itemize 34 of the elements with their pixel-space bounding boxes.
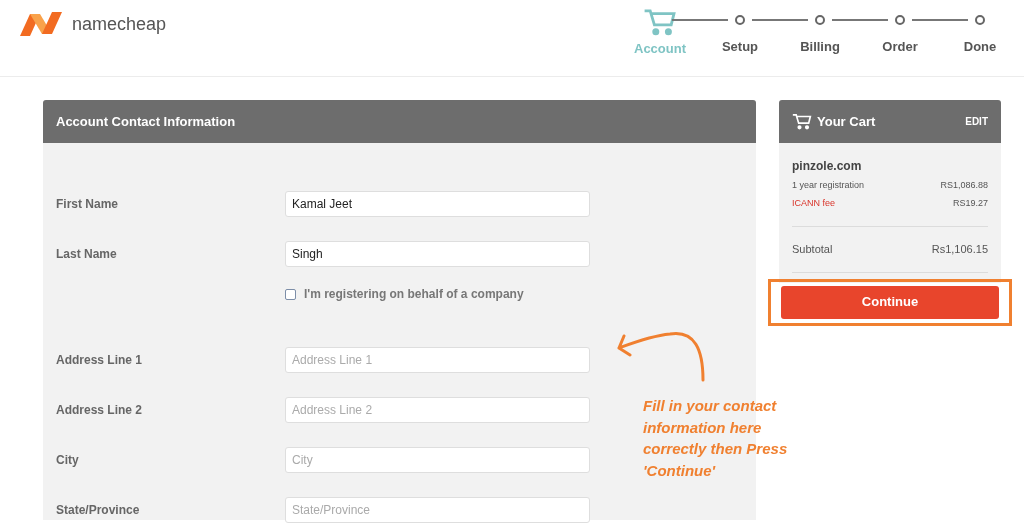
annotation-text: Fill in your contact information here correctly then Press 'Continue' bbox=[643, 396, 789, 481]
subtotal-value: Rs1,106.15 bbox=[931, 242, 988, 257]
input-field[interactable]: Address Line 1 bbox=[285, 347, 590, 373]
field-label: State/Province bbox=[55, 502, 141, 519]
step-tab[interactable]: Order bbox=[882, 37, 918, 57]
input-field[interactable]: Address Line 2 bbox=[285, 397, 590, 423]
logo-text: namecheap bbox=[72, 12, 167, 36]
step-tab[interactable]: Billing bbox=[800, 37, 840, 57]
input-field[interactable]: State/Province bbox=[285, 497, 590, 523]
company-checkbox[interactable] bbox=[285, 288, 296, 300]
input-field[interactable]: Singh bbox=[285, 241, 590, 267]
field-label: Last Name bbox=[55, 246, 118, 263]
line-label: 1 year registration bbox=[792, 179, 865, 192]
domain-name: pinzole.com bbox=[792, 158, 863, 175]
field-label: Address Line 1 bbox=[55, 352, 144, 369]
input-field[interactable]: Kamal Jeet bbox=[285, 191, 590, 217]
line-price: RS19.27 bbox=[952, 196, 988, 210]
subtotal-label: Subtotal bbox=[792, 242, 833, 257]
panel-title: Account Contact Information bbox=[56, 112, 236, 131]
line-price: RS1,086.88 bbox=[940, 179, 988, 192]
logo-icon bbox=[18, 10, 64, 38]
cart-title: Your Cart bbox=[817, 112, 876, 131]
edit-link[interactable]: EDIT bbox=[965, 114, 988, 129]
field-label: First Name bbox=[55, 196, 120, 213]
field-label: Address Line 2 bbox=[55, 402, 144, 419]
step-tab[interactable]: Done bbox=[963, 37, 997, 57]
cart-icon bbox=[792, 113, 812, 130]
continue-button[interactable]: Continue bbox=[781, 285, 999, 319]
checkbox-label: I'm registering on behalf of a company bbox=[304, 286, 524, 303]
cart-icon bbox=[643, 8, 677, 36]
line-label: ICANN fee bbox=[792, 196, 835, 210]
step-tab[interactable]: Setup bbox=[721, 37, 759, 57]
field-label: City bbox=[55, 452, 80, 469]
input-field[interactable]: City bbox=[285, 447, 590, 473]
